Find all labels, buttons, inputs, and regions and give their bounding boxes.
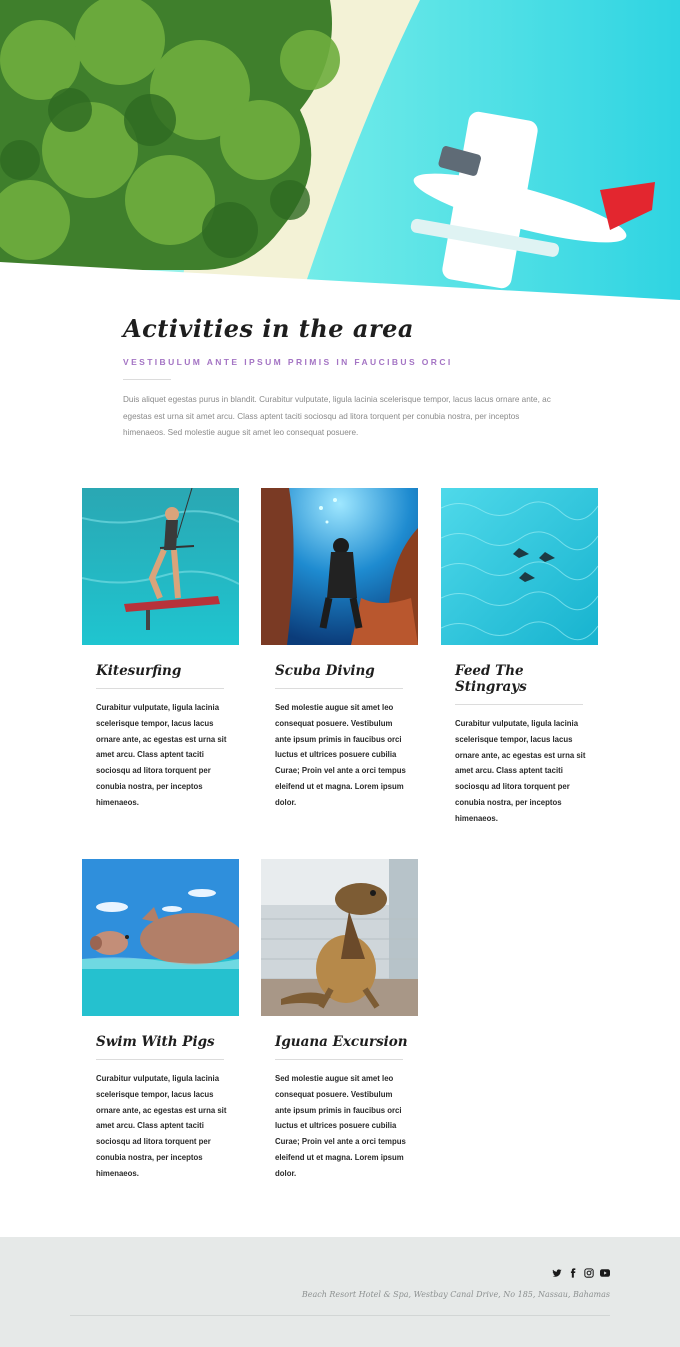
kitesurfing-image[interactable]	[82, 488, 239, 645]
stingrays-image[interactable]	[441, 488, 598, 645]
activity-card-swim-with-pigs[interactable]: Swim With Pigs Curabitur vulputate, ligu…	[82, 859, 239, 1182]
intro-section: Activities in the area VESTIBULUM ANTE I…	[123, 314, 563, 442]
activity-card-iguana[interactable]: Iguana Excursion Sed molestie augue sit …	[261, 859, 418, 1182]
youtube-icon[interactable]	[600, 1268, 610, 1278]
iguana-image[interactable]	[261, 859, 418, 1016]
divider	[275, 1059, 403, 1060]
page-title: Activities in the area	[123, 314, 414, 343]
twitter-icon[interactable]	[552, 1268, 562, 1278]
activity-card-kitesurfing[interactable]: Kitesurfing Curabitur vulputate, ligula …	[82, 488, 239, 811]
divider	[275, 688, 403, 689]
activity-description: Sed molestie augue sit amet leo consequa…	[275, 703, 406, 807]
divider	[70, 1315, 610, 1316]
footer: Beach Resort Hotel & Spa, Westbay Canal …	[0, 1237, 680, 1347]
swim-with-pigs-image[interactable]	[82, 859, 239, 1016]
hero-image	[0, 0, 680, 300]
activity-description: Curabitur vulputate, ligula lacinia scel…	[96, 703, 227, 807]
scuba-diving-image[interactable]	[261, 488, 418, 645]
activity-title[interactable]: Kitesurfing	[96, 663, 239, 679]
activity-title[interactable]: Iguana Excursion	[275, 1034, 418, 1050]
instagram-icon[interactable]	[584, 1268, 594, 1278]
activity-title[interactable]: Scuba Diving	[275, 663, 418, 679]
activity-title[interactable]: Feed The Stingrays	[455, 663, 598, 695]
divider	[96, 688, 224, 689]
divider	[123, 379, 171, 380]
activity-description: Curabitur vulputate, ligula lacinia scel…	[455, 719, 586, 823]
activity-card-scuba-diving[interactable]: Scuba Diving Sed molestie augue sit amet…	[261, 488, 418, 811]
activity-title[interactable]: Swim With Pigs	[96, 1034, 239, 1050]
footer-address: Beach Resort Hotel & Spa, Westbay Canal …	[301, 1290, 610, 1299]
divider	[96, 1059, 224, 1060]
divider	[455, 704, 583, 705]
page-subtitle: VESTIBULUM ANTE IPSUM PRIMIS IN FAUCIBUS…	[123, 357, 453, 367]
social-links	[552, 1268, 610, 1278]
activity-description: Sed molestie augue sit amet leo consequa…	[275, 1074, 406, 1178]
activity-description: Curabitur vulputate, ligula lacinia scel…	[96, 1074, 227, 1178]
activity-card-stingrays[interactable]: Feed The Stingrays Curabitur vulputate, …	[441, 488, 598, 827]
intro-text: Duis aliquet egestas purus in blandit. C…	[123, 395, 551, 437]
facebook-icon[interactable]	[568, 1268, 578, 1278]
